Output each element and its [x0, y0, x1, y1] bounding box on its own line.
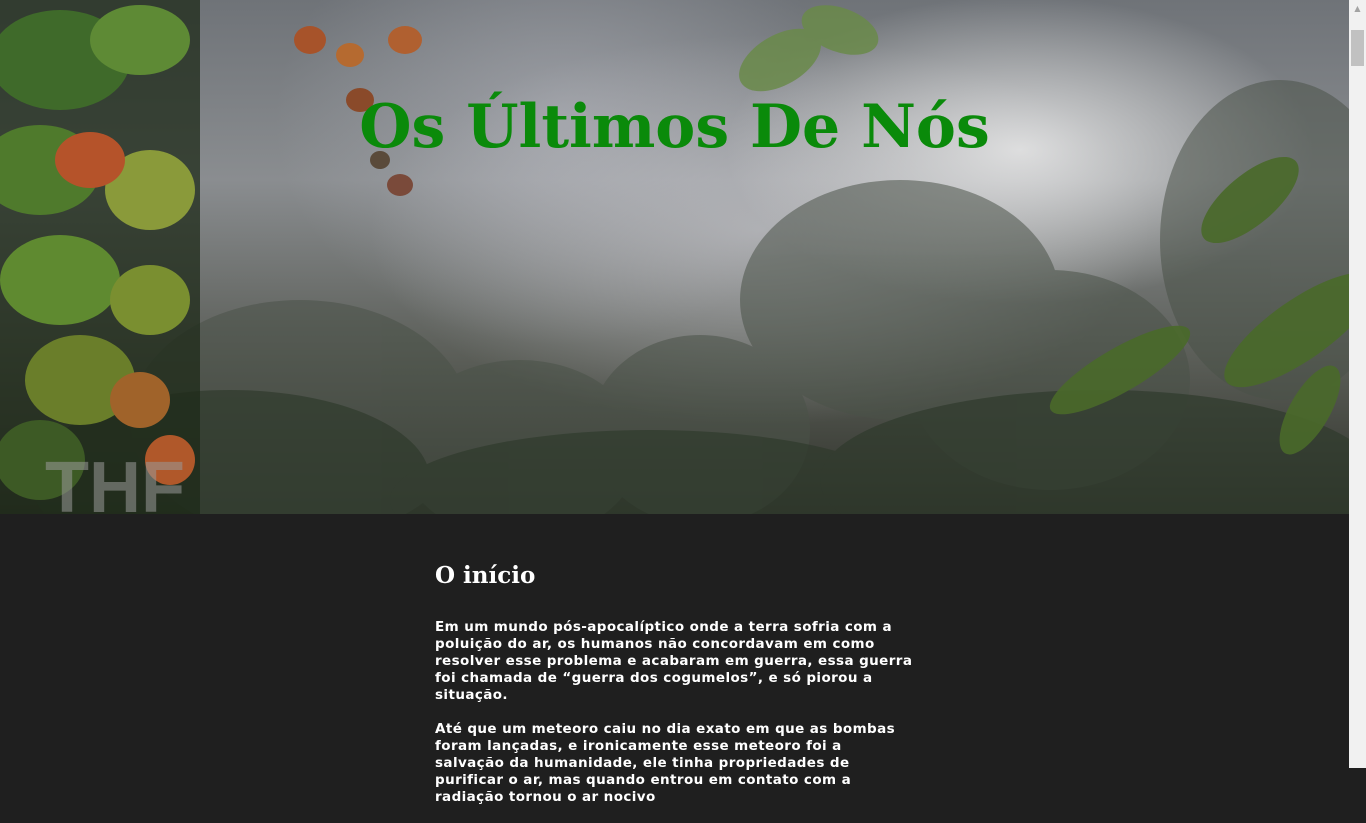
vertical-scrollbar[interactable]: ▲: [1349, 0, 1366, 768]
jungle-foliage-image: THF: [0, 0, 1349, 514]
story-paragraph: Em um mundo pós-apocalíptico onde a terr…: [435, 619, 913, 703]
page-title: Os Últimos De Nós: [359, 92, 990, 162]
scroll-up-arrow-icon[interactable]: ▲: [1349, 0, 1366, 17]
hero-banner: THF Os Últimos De Nós: [0, 0, 1349, 514]
scrollbar-thumb[interactable]: [1351, 30, 1364, 66]
section-heading: O início: [435, 562, 536, 589]
story-paragraph: Até que um meteoro caiu no dia exato em …: [435, 721, 896, 805]
story-section: O início Em um mundo pós-apocalíptico on…: [435, 562, 915, 823]
watermark-logo: THF: [45, 448, 185, 514]
